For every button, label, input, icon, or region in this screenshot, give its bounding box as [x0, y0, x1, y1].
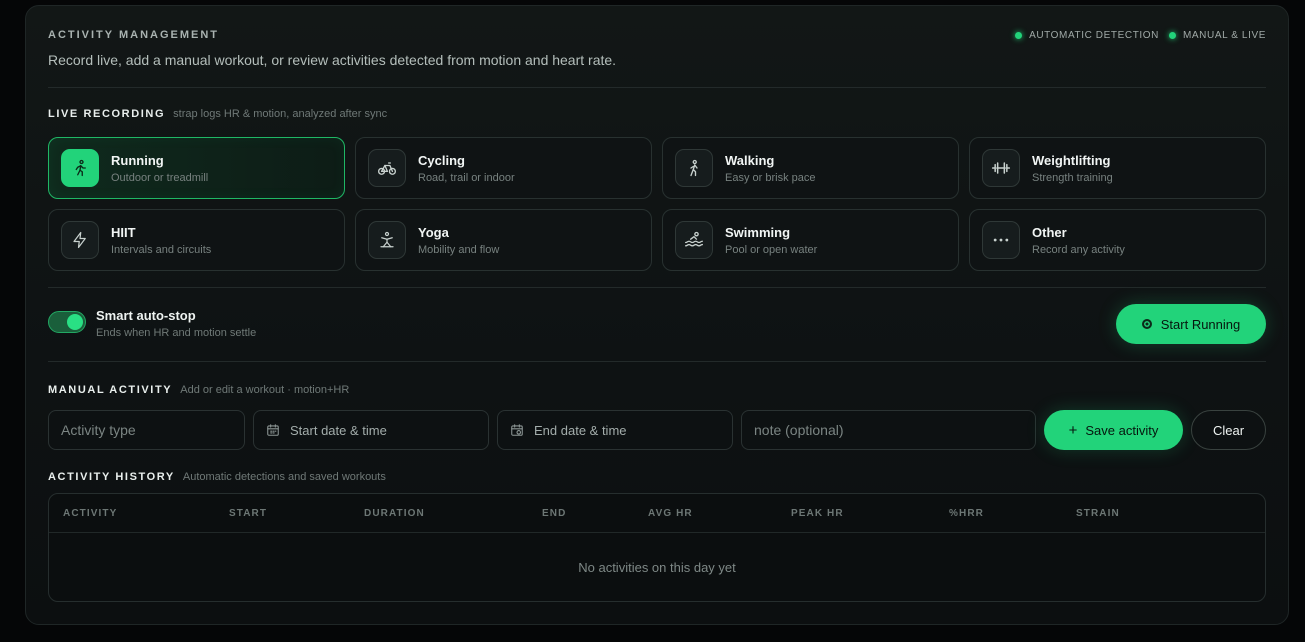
manual-activity-hint: Add or edit a workout · motion+HR: [180, 384, 350, 396]
activity-card-other[interactable]: Other Record any activity: [969, 209, 1266, 271]
record-icon: [1141, 319, 1152, 329]
smart-auto-stop-label: Smart auto-stop: [96, 308, 196, 323]
activity-management-panel: ACTIVITY MANAGEMENT Record live, add a m…: [25, 5, 1289, 625]
end-datetime-placeholder: End date & time: [534, 422, 627, 438]
activity-card-swimming[interactable]: Swimming Pool or open water: [662, 209, 959, 271]
save-activity-button[interactable]: + Save activity: [1044, 410, 1183, 450]
column-header-avg-hr[interactable]: AVG HR: [648, 508, 693, 519]
activity-history-hint: Automatic detections and saved workouts: [182, 471, 386, 483]
activity-card-cycling[interactable]: Cycling Road, trail or indoor: [355, 137, 652, 199]
empty-state-message: No activities on this day yet: [578, 560, 736, 575]
column-header-start[interactable]: START: [229, 508, 267, 519]
activity-history-heading: ACTIVITY HISTORY Automatic detections an…: [48, 471, 386, 483]
bicycle-icon: [368, 149, 406, 187]
legend-automatic-detection: AUTOMATIC DETECTION: [1015, 30, 1159, 41]
activity-card-walking[interactable]: Walking Easy or brisk pace: [662, 137, 959, 199]
end-datetime-field[interactable]: End date & time: [497, 410, 733, 450]
status-dot-icon: [1168, 32, 1176, 39]
smart-auto-stop-hint: Ends when HR and motion settle: [96, 327, 257, 339]
activity-card-weightlifting[interactable]: Weightlifting Strength training: [969, 137, 1266, 199]
divider: [48, 287, 1266, 288]
legend-manual-live: MANUAL & LIVE: [1168, 30, 1266, 41]
start-datetime-placeholder: Start date & time: [290, 422, 387, 438]
yoga-icon: [368, 221, 406, 259]
column-header-end[interactable]: END: [542, 508, 566, 519]
lightning-icon: [61, 221, 99, 259]
start-datetime-field[interactable]: Start date & time: [253, 410, 489, 450]
table-header-row: ACTIVITY START DURATION END AVG HR PEAK …: [49, 494, 1265, 533]
activity-type-field[interactable]: [48, 410, 245, 450]
activity-type-input[interactable]: [61, 422, 244, 438]
toggle-knob: [67, 314, 83, 330]
detection-legend: AUTOMATIC DETECTION MANUAL & LIVE: [1015, 30, 1266, 41]
column-header-activity[interactable]: ACTIVITY: [63, 508, 117, 519]
activity-type-grid: Running Outdoor or treadmill Cycling Road,…: [48, 137, 1266, 271]
note-field[interactable]: [741, 410, 1036, 450]
calendar-icon: [266, 423, 280, 437]
divider: [48, 361, 1266, 362]
walking-icon: [675, 149, 713, 187]
live-recording-heading: LIVE RECORDING strap logs HR & motion, a…: [48, 108, 388, 120]
manual-activity-heading: MANUAL ACTIVITY Add or edit a workout · …: [48, 384, 350, 396]
plus-icon: +: [1068, 421, 1078, 439]
activity-card-yoga[interactable]: Yoga Mobility and flow: [355, 209, 652, 271]
more-icon: [982, 221, 1020, 259]
calendar-clock-icon: [510, 423, 524, 437]
column-header-hrr[interactable]: %HRR: [949, 508, 984, 519]
live-recording-hint: strap logs HR & motion, analyzed after s…: [173, 108, 388, 120]
smart-auto-stop-toggle[interactable]: [48, 311, 86, 333]
waves-icon: [675, 221, 713, 259]
column-header-strain[interactable]: STRAIN: [1076, 508, 1120, 519]
start-recording-button[interactable]: Start Running: [1116, 304, 1266, 344]
activity-history-table: ACTIVITY START DURATION END AVG HR PEAK …: [48, 493, 1266, 602]
column-header-duration[interactable]: DURATION: [364, 508, 425, 519]
status-dot-icon: [1015, 32, 1023, 39]
divider: [48, 87, 1266, 88]
clear-button[interactable]: Clear: [1191, 410, 1266, 450]
page-subtitle: Record live, add a manual workout, or re…: [48, 52, 617, 68]
activity-card-running[interactable]: Running Outdoor or treadmill: [48, 137, 345, 199]
page-title: ACTIVITY MANAGEMENT: [48, 29, 220, 41]
note-input[interactable]: [754, 422, 1035, 438]
activity-card-hiit[interactable]: HIIT Intervals and circuits: [48, 209, 345, 271]
dumbbell-icon: [982, 149, 1020, 187]
running-icon: [61, 149, 99, 187]
column-header-peak-hr[interactable]: PEAK HR: [791, 508, 844, 519]
